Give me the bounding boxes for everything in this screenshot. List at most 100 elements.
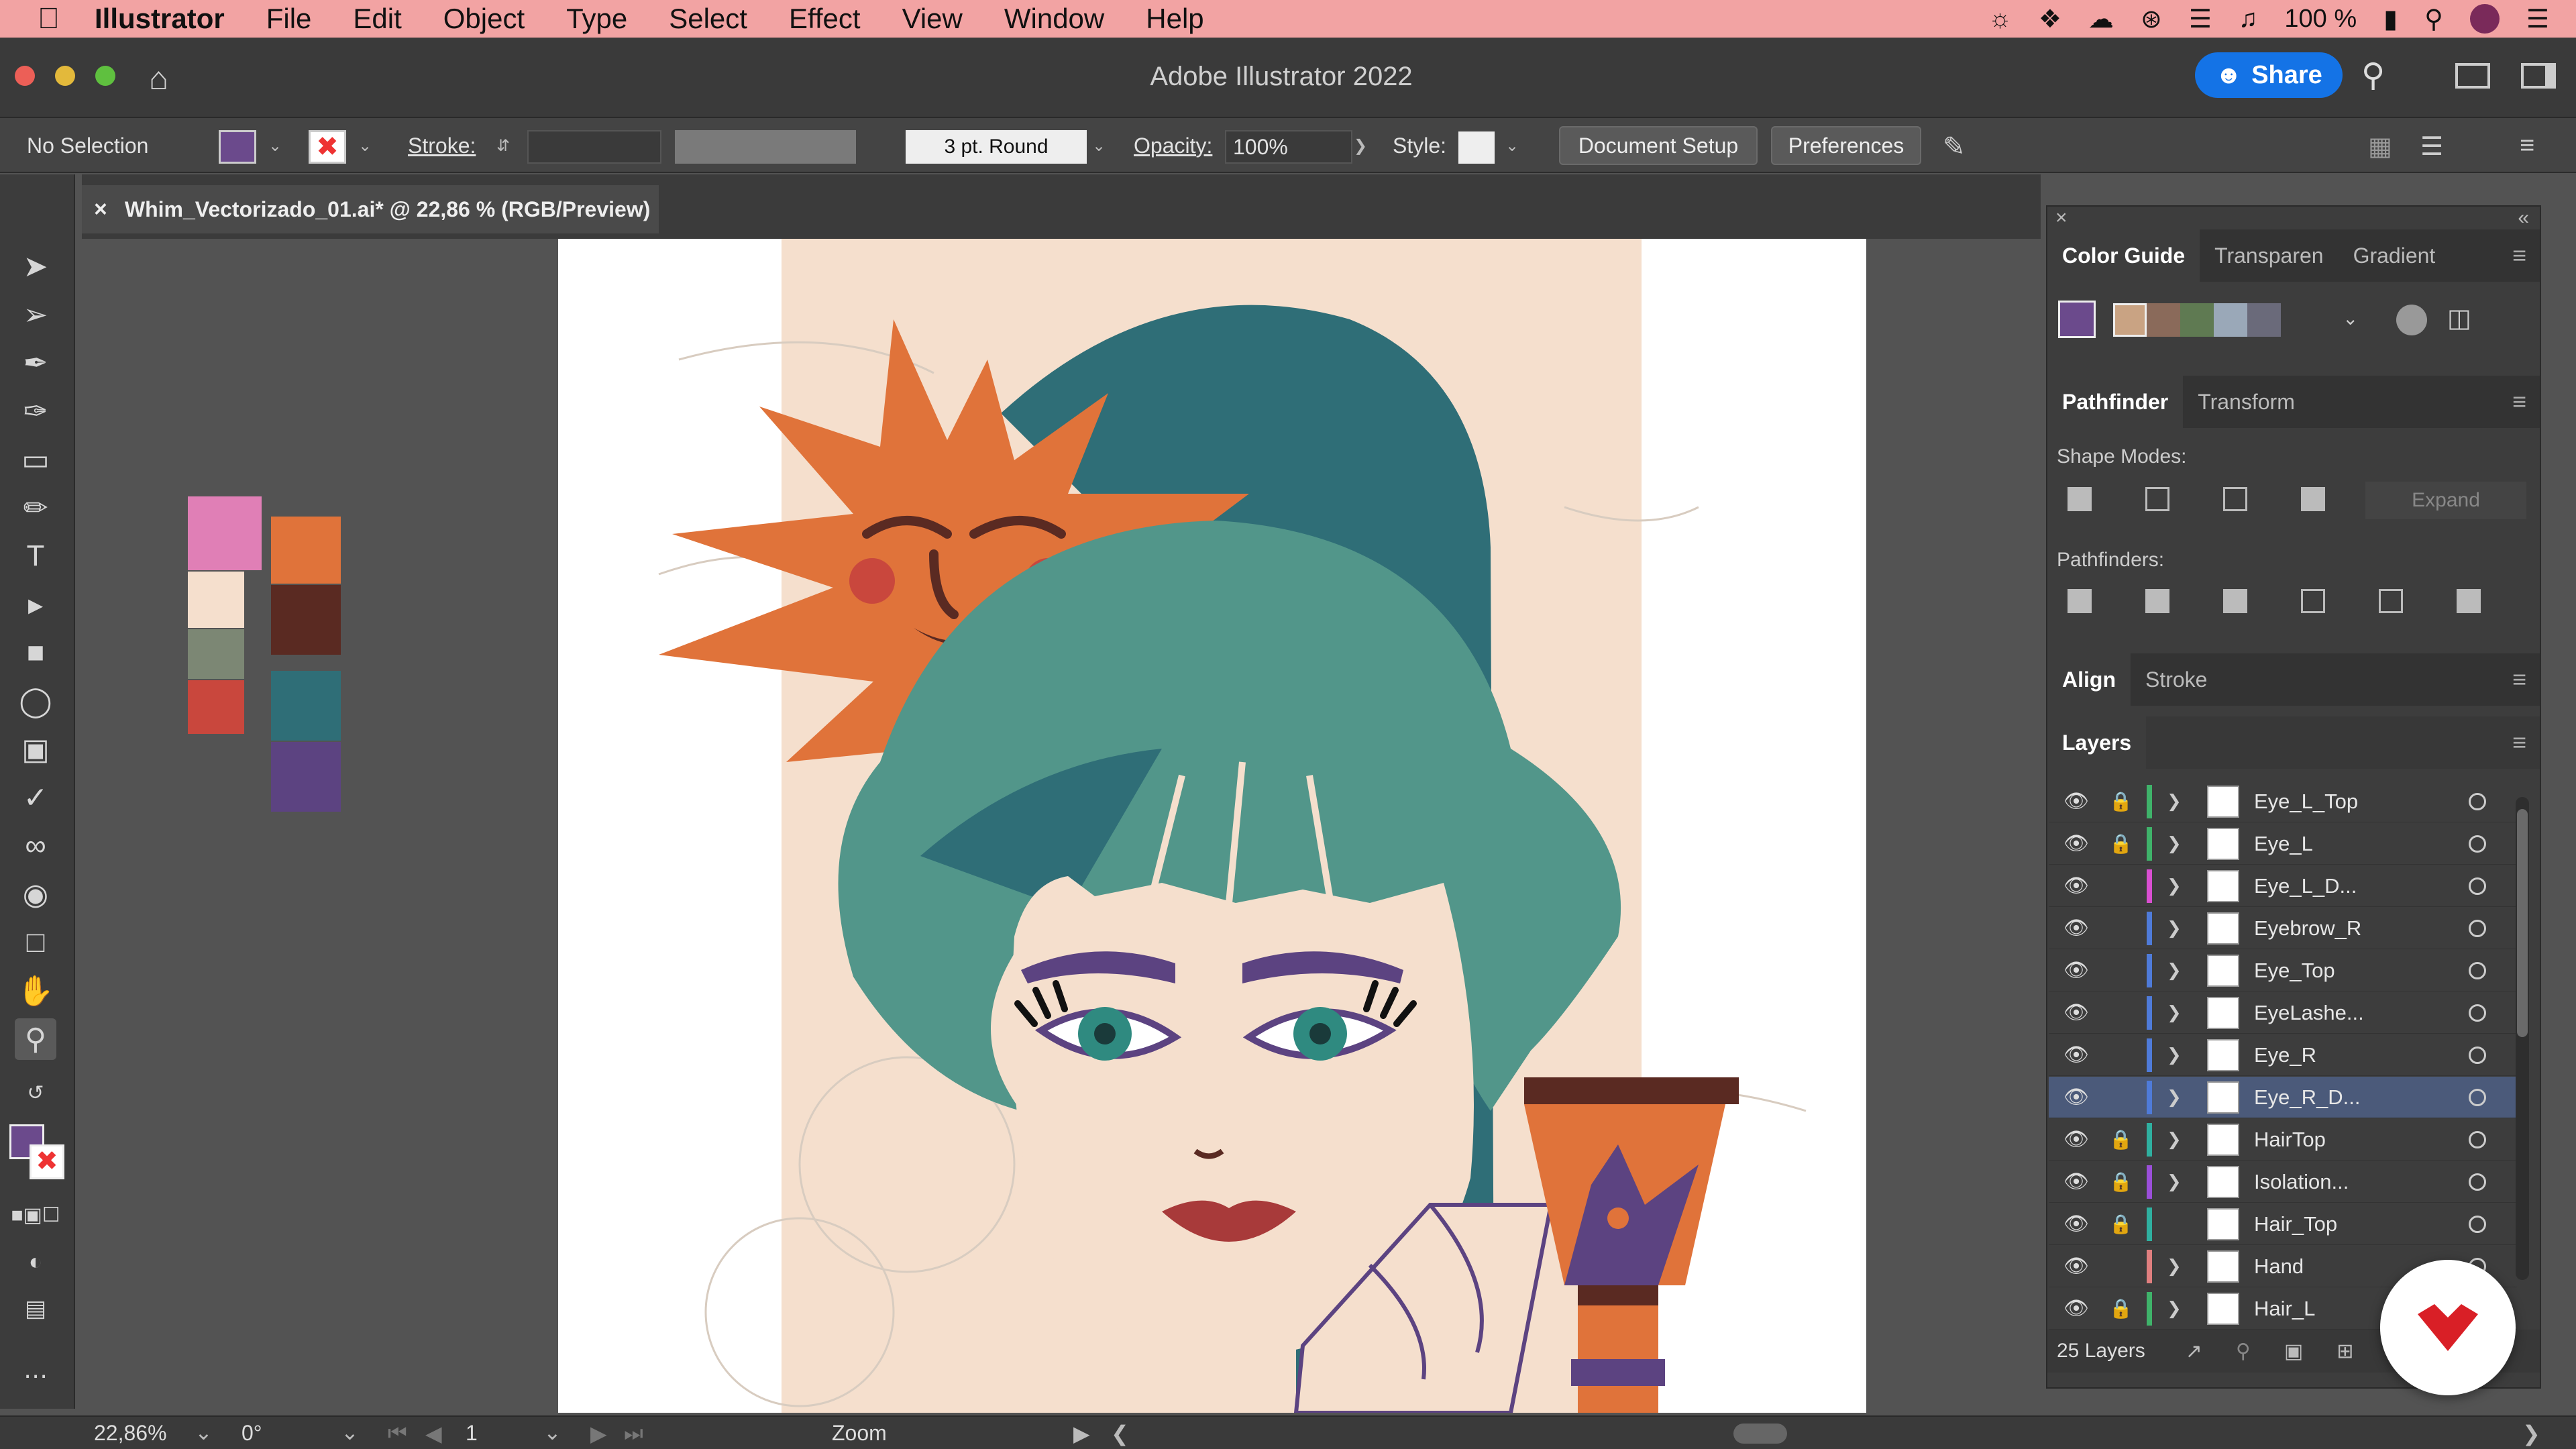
layer-row[interactable]: 👁 🔒 ❯ Isolation...	[2049, 1161, 2517, 1203]
stroke-color-box[interactable]: ✖	[30, 1144, 64, 1179]
layer-row[interactable]: 👁 ❯ Eye_R	[2049, 1034, 2517, 1076]
visibility-eye-icon[interactable]: 👁	[2063, 1212, 2089, 1236]
horizontal-scroll-left-icon[interactable]: ❮	[1111, 1421, 1129, 1446]
layer-target-icon[interactable]	[2469, 1088, 2486, 1106]
expand-layer-chevron-icon[interactable]: ❯	[2167, 1298, 2182, 1319]
menu-select[interactable]: Select	[669, 3, 747, 35]
layer-target-icon[interactable]	[2469, 1215, 2486, 1233]
canvas-swatch[interactable]	[188, 680, 244, 734]
user-avatar-icon[interactable]	[2469, 4, 2500, 34]
tab-pathfinder[interactable]: Pathfinder	[2047, 376, 2184, 428]
menu-view[interactable]: View	[902, 3, 963, 35]
battery-label[interactable]: 100 %	[2284, 5, 2357, 34]
arrange-icon[interactable]: ▦	[2368, 131, 2392, 162]
canvas-swatch[interactable]	[271, 742, 341, 812]
zoom-chevron-icon[interactable]: ⌄	[195, 1419, 213, 1445]
layer-name[interactable]: HairTop	[2254, 1128, 2326, 1152]
align-menu-icon[interactable]: ≡	[2512, 665, 2526, 694]
harmony-rules-chevron-icon[interactable]: ⌄	[2343, 307, 2358, 329]
control-bar-menu-icon[interactable]: ≡	[2520, 131, 2534, 160]
apple-icon[interactable]: 	[38, 2, 60, 36]
layer-target-icon[interactable]	[2469, 961, 2486, 979]
fill-swatch[interactable]	[219, 130, 256, 164]
layer-name[interactable]: Eye_R_D...	[2254, 1085, 2361, 1110]
crop-icon[interactable]	[2296, 584, 2330, 619]
artboard-chevron-icon[interactable]: ⌄	[543, 1419, 561, 1445]
dropbox-icon[interactable]: ❖	[2039, 4, 2061, 34]
layer-target-icon[interactable]	[2469, 1004, 2486, 1022]
lock-icon[interactable]: 🔒	[2109, 1213, 2133, 1235]
harmony-swatch[interactable]	[2214, 303, 2247, 337]
horizontal-scroll-right-icon[interactable]: ❯	[2522, 1421, 2540, 1446]
artboard-nav-last-icon[interactable]: ⏭	[624, 1421, 643, 1446]
document-tab[interactable]: × Whim_Vectorizado_01.ai* @ 22,86 % (RGB…	[82, 185, 659, 233]
color-wheel-icon[interactable]	[2396, 305, 2427, 335]
arrange-documents-icon[interactable]	[2455, 63, 2490, 89]
expand-layer-chevron-icon[interactable]: ❯	[2167, 1129, 2182, 1150]
expand-layer-chevron-icon[interactable]: ❯	[2167, 833, 2182, 854]
menu-object[interactable]: Object	[443, 3, 525, 35]
layer-row[interactable]: 👁 ❯ Eye_L_D...	[2049, 865, 2517, 907]
close-tab-icon[interactable]: ×	[94, 197, 107, 223]
locate-object-icon[interactable]: ⚲	[2236, 1340, 2251, 1363]
canvas-swatch[interactable]	[271, 585, 341, 655]
align-panel-icon[interactable]: ☰	[2420, 131, 2443, 162]
artboard-number[interactable]: 1	[466, 1421, 478, 1446]
hand-tool-icon[interactable]: ✋	[15, 970, 56, 1012]
minus-back-icon[interactable]	[2451, 584, 2486, 619]
layer-name[interactable]: Isolation...	[2254, 1170, 2349, 1194]
bluetooth-icon[interactable]: ⊛	[2141, 4, 2162, 34]
style-chevron-icon[interactable]: ⌄	[1505, 118, 1519, 173]
rectangle-tool-icon[interactable]: ▭	[15, 439, 56, 480]
layers-menu-icon[interactable]: ≡	[2512, 729, 2526, 757]
volume-icon[interactable]: ♫	[2239, 5, 2258, 34]
selection-tool-icon[interactable]: ➤	[15, 246, 56, 287]
artboard-nav-next-icon[interactable]: ▶	[590, 1421, 607, 1446]
canvas-swatch[interactable]	[188, 629, 244, 679]
spotlight-search-icon[interactable]: ⚲	[2424, 4, 2443, 34]
expand-layer-chevron-icon[interactable]: ❯	[2167, 1044, 2182, 1065]
quick-actions-icon[interactable]: ✎	[1943, 131, 1966, 162]
zoom-level[interactable]: 22,86%	[94, 1421, 167, 1446]
new-sublayer-icon[interactable]: ⊞	[2337, 1340, 2353, 1363]
tab-transparency[interactable]: Transparen	[2200, 229, 2338, 282]
artboard[interactable]	[558, 239, 1866, 1413]
layer-target-icon[interactable]	[2469, 835, 2486, 853]
layer-row[interactable]: 👁 🔒 ❯ HairTop	[2049, 1119, 2517, 1161]
layers-scrollbar[interactable]	[2516, 797, 2529, 1280]
opacity-arrow-icon[interactable]: ❯	[1354, 118, 1367, 173]
share-button[interactable]: ☻ Share	[2195, 52, 2343, 98]
layer-name[interactable]: Eyebrow_R	[2254, 916, 2361, 941]
canvas-area[interactable]	[75, 239, 2041, 1413]
fill-dropdown-chevron-icon[interactable]: ⌄	[268, 118, 282, 173]
harmony-swatch[interactable]	[2180, 303, 2214, 337]
lock-icon[interactable]: 🔒	[2109, 833, 2133, 855]
merge-icon[interactable]	[2218, 584, 2253, 619]
edit-colors-icon[interactable]: ◫	[2447, 303, 2471, 333]
tab-layers[interactable]: Layers	[2047, 716, 2147, 769]
tab-align[interactable]: Align	[2047, 653, 2131, 706]
creative-cloud-icon[interactable]: ☼	[1988, 5, 2012, 34]
visibility-eye-icon[interactable]: 👁	[2063, 790, 2089, 813]
layer-name[interactable]: Eye_L	[2254, 832, 2313, 856]
tab-gradient[interactable]: Gradient	[2339, 229, 2451, 282]
expand-layer-chevron-icon[interactable]: ❯	[2167, 1256, 2182, 1277]
visibility-eye-icon[interactable]: 👁	[2063, 1043, 2089, 1067]
rotation-value[interactable]: 0°	[241, 1421, 262, 1446]
layer-target-icon[interactable]	[2469, 1173, 2486, 1191]
menu-file[interactable]: File	[266, 3, 312, 35]
stroke-weight-input[interactable]	[527, 130, 661, 164]
tab-stroke[interactable]: Stroke	[2131, 653, 2222, 706]
stroke-weight-stepper[interactable]: ⇵	[496, 118, 510, 173]
menu-help[interactable]: Help	[1146, 3, 1203, 35]
expand-layer-chevron-icon[interactable]: ❯	[2167, 1002, 2182, 1023]
layer-target-icon[interactable]	[2469, 1046, 2486, 1064]
visibility-eye-icon[interactable]: 👁	[2063, 1085, 2089, 1109]
variable-width-profile[interactable]	[675, 130, 856, 164]
layer-name[interactable]: Hand	[2254, 1254, 2304, 1279]
visibility-eye-icon[interactable]: 👁	[2063, 1297, 2089, 1320]
brush-definition-dropdown[interactable]: 3 pt. Round	[906, 130, 1087, 164]
exclude-icon[interactable]	[2296, 482, 2330, 517]
trim-icon[interactable]	[2140, 584, 2175, 619]
search-icon[interactable]: ⚲	[2361, 56, 2385, 94]
